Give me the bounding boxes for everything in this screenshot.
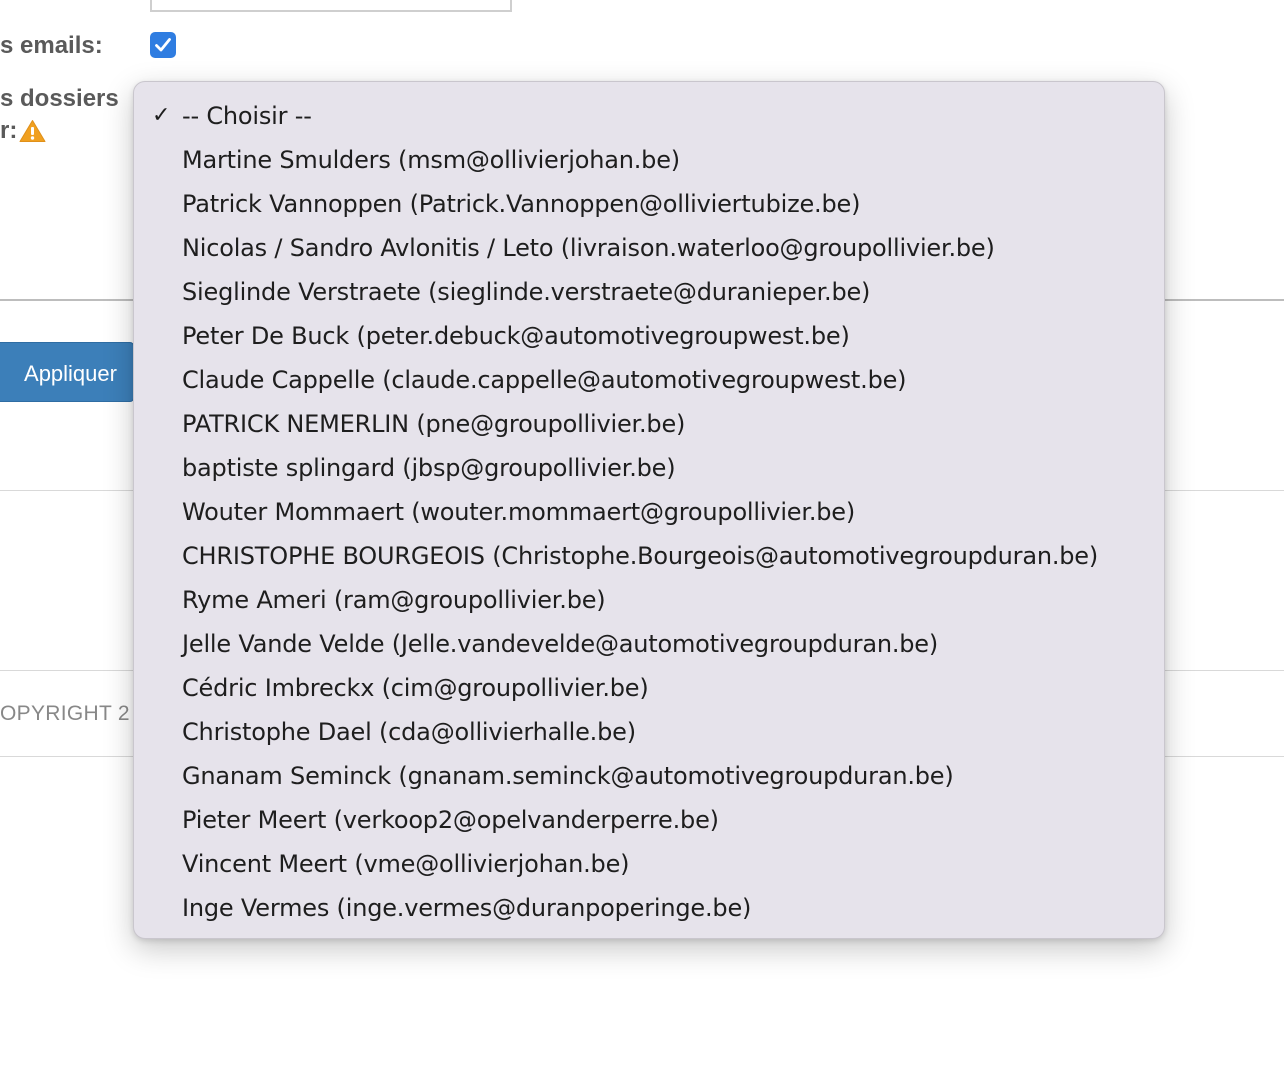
text-input[interactable] (150, 0, 512, 12)
dropdown-option[interactable]: Pieter Meert (verkoop2@opelvanderperre.b… (134, 798, 1164, 842)
dropdown-option[interactable]: Martine Smulders (msm@ollivierjohan.be) (134, 138, 1164, 182)
recipient-select-dropdown[interactable]: ✓ -- Choisir -- Martine Smulders (msm@olli… (133, 81, 1165, 939)
emails-checkbox[interactable] (150, 32, 176, 58)
dropdown-option[interactable]: Cédric Imbreckx (cim@groupollivier.be) (134, 666, 1164, 710)
dropdown-option-label: Patrick Vannoppen (Patrick.Vannoppen@oll… (182, 190, 861, 218)
dropdown-option-label: Vincent Meert (vme@ollivierjohan.be) (182, 850, 630, 878)
dropdown-option-label: Martine Smulders (msm@ollivierjohan.be) (182, 146, 680, 174)
dropdown-option[interactable]: Sieglinde Verstraete (sieglinde.verstrae… (134, 270, 1164, 314)
warning-icon (19, 120, 46, 142)
dropdown-option[interactable]: Jelle Vande Velde (Jelle.vandevelde@auto… (134, 622, 1164, 666)
dropdown-option-label: Jelle Vande Velde (Jelle.vandevelde@auto… (182, 630, 939, 658)
copyright-text: OPYRIGHT 2 (0, 702, 130, 725)
dropdown-option-label: PATRICK NEMERLIN (pne@groupollivier.be) (182, 410, 686, 438)
dropdown-option[interactable]: baptiste splingard (jbsp@groupollivier.b… (134, 446, 1164, 490)
dropdown-option[interactable]: CHRISTOPHE BOURGEOIS (Christophe.Bourgeo… (134, 534, 1164, 578)
dropdown-option-label: Ryme Ameri (ram@groupollivier.be) (182, 586, 606, 614)
dossiers-label-cont: r: (0, 117, 18, 144)
dropdown-option-label: Wouter Mommaert (wouter.mommaert@groupol… (182, 498, 856, 526)
dropdown-option-label: CHRISTOPHE BOURGEOIS (Christophe.Bourgeo… (182, 542, 1099, 570)
dossiers-label: s dossiers (0, 85, 119, 112)
dropdown-option[interactable]: Gnanam Seminck (gnanam.seminck@automotiv… (134, 754, 1164, 798)
dropdown-option[interactable]: PATRICK NEMERLIN (pne@groupollivier.be) (134, 402, 1164, 446)
checkmark-icon (155, 38, 171, 52)
dropdown-option[interactable]: Wouter Mommaert (wouter.mommaert@groupol… (134, 490, 1164, 534)
page: s emails: s dossiers r: Appliquer OPYRIG… (0, 0, 1284, 1072)
dropdown-option[interactable]: Inge Vermes (inge.vermes@duranpoperinge.… (134, 886, 1164, 930)
emails-label: s emails: (0, 32, 103, 59)
dropdown-option-label: Peter De Buck (peter.debuck@automotivegr… (182, 322, 850, 350)
dropdown-option-label: Nicolas / Sandro Avlonitis / Leto (livra… (182, 234, 995, 262)
apply-button[interactable]: Appliquer (0, 342, 134, 402)
dropdown-option-label: Inge Vermes (inge.vermes@duranpoperinge.… (182, 894, 752, 922)
selected-check-icon: ✓ (152, 103, 171, 128)
dropdown-option[interactable]: Vincent Meert (vme@ollivierjohan.be) (134, 842, 1164, 886)
dropdown-option-label: Claude Cappelle (claude.cappelle@automot… (182, 366, 907, 394)
dropdown-option-label: -- Choisir -- (182, 102, 312, 130)
dropdown-option[interactable]: Nicolas / Sandro Avlonitis / Leto (livra… (134, 226, 1164, 270)
dropdown-option[interactable]: Claude Cappelle (claude.cappelle@automot… (134, 358, 1164, 402)
dropdown-option-label: Gnanam Seminck (gnanam.seminck@automotiv… (182, 762, 954, 790)
dropdown-option-label: Pieter Meert (verkoop2@opelvanderperre.b… (182, 806, 719, 834)
dropdown-option[interactable]: Ryme Ameri (ram@groupollivier.be) (134, 578, 1164, 622)
dropdown-option-label: baptiste splingard (jbsp@groupollivier.b… (182, 454, 676, 482)
dropdown-option[interactable]: Patrick Vannoppen (Patrick.Vannoppen@oll… (134, 182, 1164, 226)
dropdown-option[interactable]: ✓ -- Choisir -- (134, 94, 1164, 138)
dropdown-option-label: Cédric Imbreckx (cim@groupollivier.be) (182, 674, 649, 702)
dropdown-option[interactable]: Christophe Dael (cda@ollivierhalle.be) (134, 710, 1164, 754)
dropdown-option-label: Sieglinde Verstraete (sieglinde.verstrae… (182, 278, 871, 306)
dropdown-option-label: Christophe Dael (cda@ollivierhalle.be) (182, 718, 636, 746)
dropdown-option[interactable]: Peter De Buck (peter.debuck@automotivegr… (134, 314, 1164, 358)
